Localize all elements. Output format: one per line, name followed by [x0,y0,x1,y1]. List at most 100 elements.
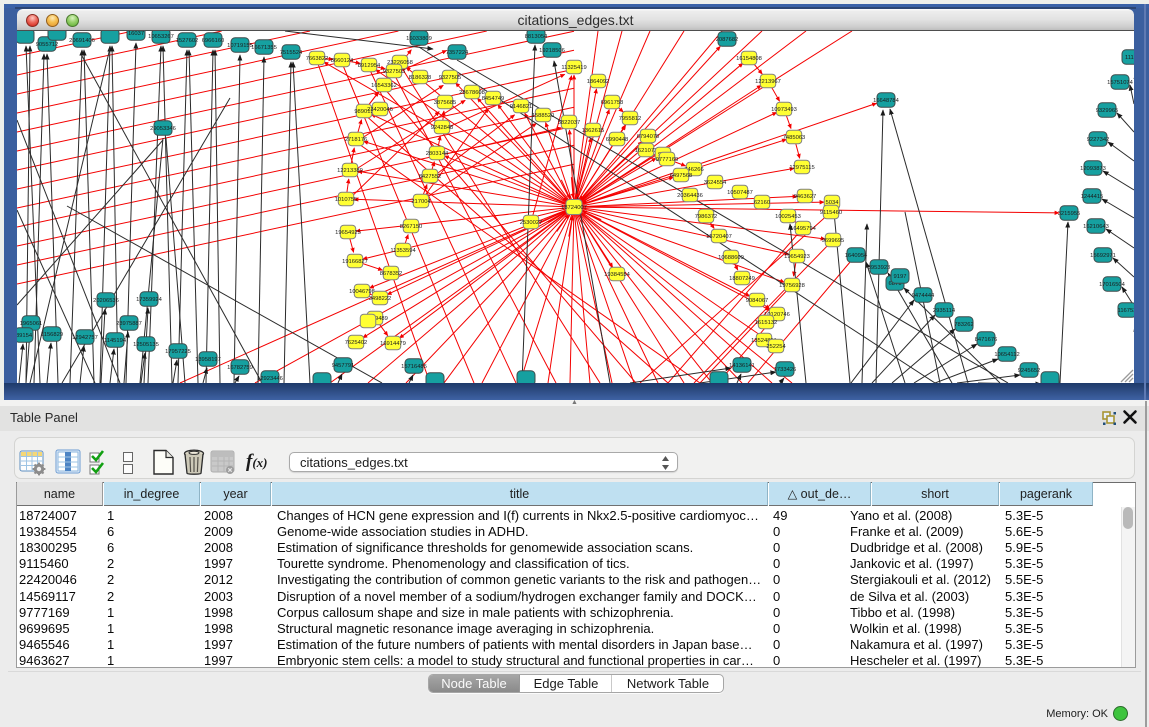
svg-text:8471676: 8471676 [975,337,998,343]
svg-text:9055712: 9055712 [36,42,59,48]
svg-text:1864092: 1864092 [587,79,610,85]
svg-text:19756928: 19756928 [779,283,805,289]
svg-text:6966160: 6966160 [202,38,225,44]
svg-text:19384554: 19384554 [604,272,631,278]
svg-text:7515524: 7515524 [280,50,303,56]
svg-text:7625402: 7625402 [345,340,368,346]
svg-text:8186328: 8186328 [409,75,432,81]
svg-text:3624554: 3624554 [704,180,727,186]
svg-text:20206536: 20206536 [93,298,119,304]
svg-text:9146821: 9146821 [510,104,533,110]
svg-text:9329965: 9329965 [1096,108,1119,114]
svg-text:19654925: 19654925 [335,230,361,236]
svg-text:1588520: 1588520 [532,113,555,119]
svg-text:1621072: 1621072 [635,148,658,154]
svg-text:116753: 116753 [1118,308,1134,314]
svg-text:9197: 9197 [894,274,907,280]
svg-text:8267150: 8267150 [400,224,423,230]
svg-text:1527602: 1527602 [176,38,199,44]
svg-text:9777169: 9777169 [656,157,679,163]
svg-text:20691406: 20691406 [69,38,95,44]
svg-text:29053346: 29053346 [150,126,176,132]
svg-text:12213967: 12213967 [755,79,781,85]
svg-text:783262: 783262 [954,322,973,328]
svg-text:12923446: 12923446 [257,376,283,382]
svg-text:6990448: 6990448 [606,137,629,143]
svg-text:9242848: 9242848 [431,125,454,131]
svg-text:13958197: 13958197 [195,357,221,363]
svg-text:19218506: 19218506 [539,48,565,54]
svg-text:12975115: 12975115 [789,165,814,171]
svg-text:18807249: 18807249 [729,276,755,282]
svg-text:9115460: 9115460 [820,210,842,216]
svg-text:19654923: 19654923 [784,254,810,260]
svg-text:9084067: 9084067 [746,298,769,304]
svg-text:9474444: 9474444 [912,293,935,299]
svg-text:23420046: 23420046 [367,107,393,113]
svg-text:217004: 217004 [411,199,431,205]
svg-text:1145194: 1145194 [104,338,127,344]
svg-text:10653267: 10653267 [148,34,174,40]
svg-text:7357224: 7357224 [446,50,469,56]
svg-text:9327505: 9327505 [439,75,462,81]
svg-text:6497568: 6497568 [670,173,693,179]
svg-text:18724007: 18724007 [561,205,587,211]
svg-text:3215955: 3215955 [1058,211,1081,217]
svg-text:1733426: 1733426 [774,367,797,373]
svg-text:14136141: 14136141 [729,363,755,369]
svg-text:1156829: 1156829 [41,332,63,338]
svg-text:10046798: 10046798 [349,289,375,295]
svg-text:62160: 62160 [754,200,770,206]
svg-text:19166827: 19166827 [342,259,368,265]
svg-text:8678352: 8678352 [380,271,403,277]
svg-text:16037: 16037 [128,31,144,37]
svg-text:10719155: 10719155 [227,43,253,49]
svg-text:7485063: 7485063 [783,135,806,141]
svg-text:9699695: 9699695 [822,238,845,244]
svg-text:7986372: 7986372 [695,214,718,220]
svg-text:8953923: 8953923 [868,265,891,271]
svg-text:8912954: 8912954 [358,63,381,69]
svg-text:16033809: 16033809 [406,36,432,42]
svg-text:10654112: 10654112 [994,352,1019,358]
svg-text:8813054: 8813054 [525,34,548,40]
svg-text:16543362: 16543362 [371,83,397,89]
svg-text:2718176: 2718176 [345,137,368,143]
svg-text:10507487: 10507487 [727,190,753,196]
svg-text:16210643: 16210643 [1083,224,1109,230]
svg-text:16495794: 16495794 [790,226,817,232]
svg-text:12213389: 12213389 [337,168,363,174]
svg-text:9327503: 9327503 [383,69,406,75]
svg-text:9227342: 9227342 [1087,137,1110,143]
svg-text:16154808: 16154808 [736,56,762,62]
svg-text:6794078: 6794078 [637,134,660,140]
svg-text:11325419: 11325419 [561,65,586,71]
svg-text:2530027: 2530027 [520,220,543,226]
svg-text:12505135: 12505135 [133,342,159,348]
svg-text:8660124: 8660124 [331,58,354,64]
svg-text:1010755: 1010755 [335,197,358,203]
svg-text:5822037: 5822037 [558,120,581,126]
svg-text:8454749: 8454749 [482,96,505,102]
svg-text:10688609: 10688609 [718,255,744,261]
svg-text:6961758: 6961758 [601,100,624,106]
svg-text:17359924: 17359924 [136,297,163,303]
svg-text:17957225: 17957225 [165,349,191,355]
svg-text:39154: 39154 [17,333,33,339]
svg-text:9245652: 9245652 [1018,368,1041,374]
svg-text:16782759: 16782759 [227,365,253,371]
svg-text:3498222: 3498222 [369,296,392,302]
svg-text:16671355: 16671355 [251,45,277,51]
svg-text:1244415: 1244415 [1081,194,1104,200]
svg-text:20364436: 20364436 [677,193,703,199]
svg-text:16914479: 16914479 [380,341,406,347]
svg-text:15716485: 15716485 [401,364,427,370]
svg-text:15692971: 15692971 [1090,253,1116,259]
svg-text:9457791: 9457791 [332,363,355,369]
svg-text:11353594: 11353594 [390,248,416,254]
svg-text:8427552: 8427552 [419,174,442,180]
svg-text:23975887: 23975887 [116,321,142,327]
svg-text:3875685: 3875685 [434,100,457,106]
svg-text:1640954: 1640954 [845,253,868,259]
svg-text:10973493: 10973493 [771,107,797,113]
